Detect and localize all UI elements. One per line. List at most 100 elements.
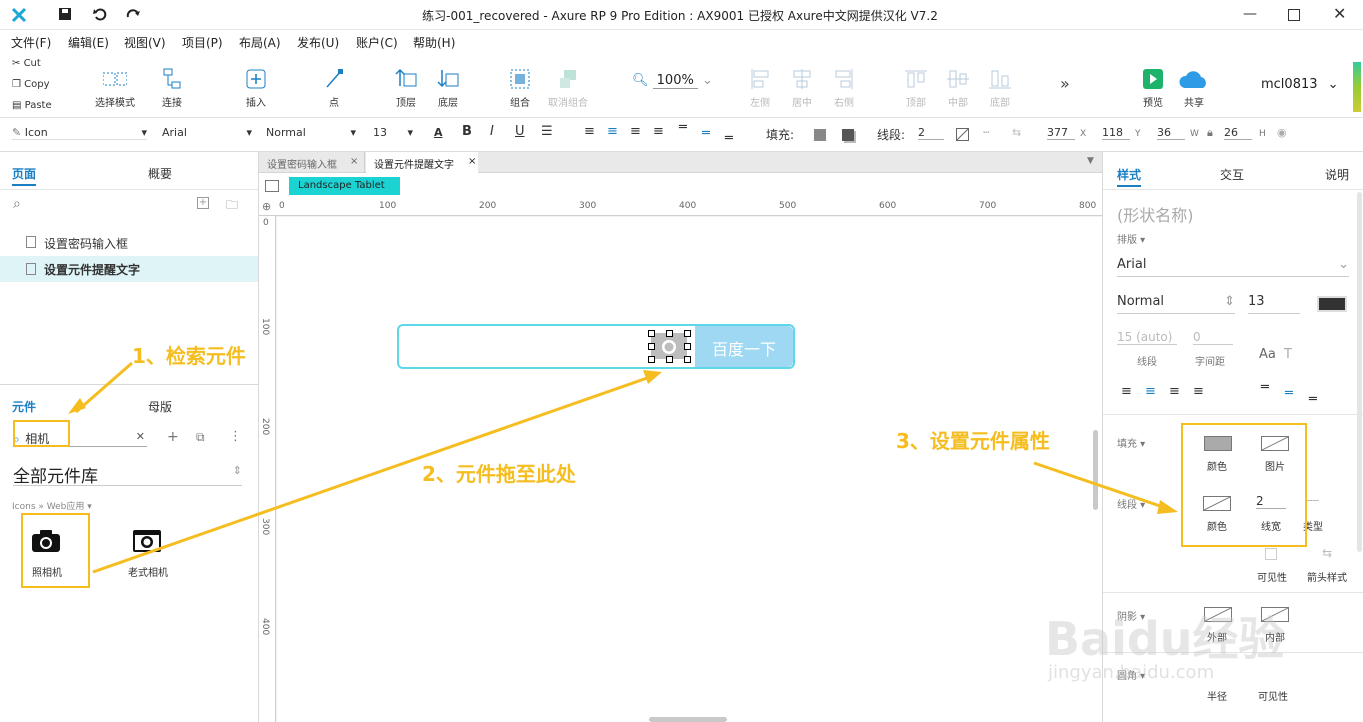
menu-publish[interactable]: 发布(U)	[297, 34, 339, 51]
valign-middle-icon[interactable]: ═	[1285, 386, 1293, 401]
align-right-button[interactable]: 右侧	[826, 68, 862, 109]
valign-top-icon[interactable]: ═	[1261, 380, 1269, 395]
font-weight-dropdown[interactable]: Normal ▾	[266, 126, 356, 139]
font-weight-dropdown[interactable]: Normal ⇕	[1117, 294, 1235, 314]
align-left-icon[interactable]: ≡	[1121, 384, 1132, 399]
copy-button[interactable]: ❐ Copy	[12, 79, 50, 90]
justify-icon[interactable]: ≡	[1193, 384, 1204, 399]
minimize-button[interactable]: —	[1243, 6, 1257, 22]
text-case-icon[interactable]: Aa	[1259, 347, 1276, 362]
visibility-icon[interactable]	[1265, 548, 1277, 560]
share-button[interactable]: 共享	[1176, 68, 1212, 109]
align-top-button[interactable]: 顶部	[898, 68, 934, 109]
text-shadow-icon[interactable]: T	[1284, 347, 1292, 362]
panel-scrollbar[interactable]	[1357, 192, 1362, 552]
menu-project[interactable]: 项目(P)	[182, 34, 223, 51]
design-surface[interactable]: 百度一下	[277, 217, 1102, 722]
shadow-swatch[interactable]	[842, 129, 854, 141]
user-menu[interactable]: mcl0813 ⌄	[1261, 77, 1339, 92]
fill-color-swatch[interactable]	[814, 129, 826, 141]
valign-bottom-icon[interactable]: ═	[1309, 392, 1317, 407]
underline-button[interactable]: U	[515, 124, 525, 139]
menu-file[interactable]: 文件(F)	[11, 34, 51, 51]
char-spacing-input[interactable]: 0	[1193, 330, 1233, 345]
stroke-pattern-icon[interactable]: ┄┄	[1307, 496, 1319, 507]
lock-icon[interactable]: 🔒︎	[1207, 126, 1213, 140]
close-button[interactable]: ✕	[1333, 4, 1346, 23]
connect-button[interactable]: 连接	[152, 68, 192, 109]
text-justify-button[interactable]: ≡	[653, 124, 664, 139]
eye-icon[interactable]: ◉	[1277, 126, 1287, 139]
shape-name-input[interactable]: (形状名称)	[1117, 202, 1194, 226]
zoom-dropdown[interactable]: 🔍︎ 100% ⌄	[632, 73, 713, 89]
align-right-icon[interactable]: ≡	[1169, 384, 1180, 399]
device-tag[interactable]: Landscape Tablet	[289, 177, 400, 195]
font-size-input[interactable]: 13	[1248, 294, 1300, 314]
doc-tab-active[interactable]: 设置元件提醒文字 ×	[366, 152, 478, 173]
cut-button[interactable]: ✂ Cut	[12, 58, 41, 69]
tab-list-icon[interactable]: ▼	[1087, 156, 1094, 166]
stroke-color-swatch[interactable]	[956, 128, 969, 141]
h-input[interactable]: 26	[1224, 126, 1252, 140]
tab-pages[interactable]: 页面	[12, 165, 36, 182]
valign-bottom-button[interactable]: ═	[725, 131, 733, 146]
resize-handle[interactable]	[666, 330, 673, 337]
align-middle-button[interactable]: 中部	[940, 68, 976, 109]
align-left-button[interactable]: 左侧	[742, 68, 778, 109]
add-library-icon[interactable]: +	[167, 429, 179, 445]
list-button[interactable]: ☰	[541, 124, 553, 139]
arrow-style-icon[interactable]: ⇆	[1012, 126, 1021, 139]
resize-handle[interactable]	[666, 356, 673, 363]
valign-top-button[interactable]: ═	[679, 120, 687, 135]
resize-handle[interactable]	[684, 343, 691, 350]
resize-handle[interactable]	[684, 330, 691, 337]
y-input[interactable]: 118	[1102, 126, 1130, 140]
align-center-icon[interactable]: ≡	[1145, 384, 1156, 399]
search-icon[interactable]: ⌕	[13, 196, 21, 212]
bottom-layer-button[interactable]: 底层	[428, 68, 468, 109]
adaptive-views-icon[interactable]	[265, 180, 279, 192]
menu-layout[interactable]: 布局(A)	[239, 34, 281, 51]
x-input[interactable]: 377	[1047, 126, 1075, 140]
stroke-width-input[interactable]: 2	[918, 126, 944, 140]
page-item[interactable]: 设置密码输入框	[0, 231, 258, 255]
menu-edit[interactable]: 编辑(E)	[68, 34, 109, 51]
maximize-button[interactable]	[1288, 9, 1300, 21]
tab-style[interactable]: 样式	[1117, 166, 1141, 183]
page-item-selected[interactable]: 设置元件提醒文字	[0, 256, 258, 282]
folder-icon[interactable]: 🗀	[226, 196, 238, 217]
arrow-style-icon[interactable]: ⇆	[1322, 546, 1332, 560]
redo-icon[interactable]	[126, 6, 142, 22]
font-family-dropdown[interactable]: Arial ⌄	[1117, 257, 1349, 277]
clear-icon[interactable]: ✕	[136, 430, 145, 443]
tab-notes[interactable]: 说明	[1325, 166, 1349, 183]
text-align-right-button[interactable]: ≡	[630, 124, 641, 139]
preview-button[interactable]: 预览	[1136, 68, 1170, 109]
old-camera-widget[interactable]	[132, 528, 162, 556]
paste-button[interactable]: ▤ Paste	[12, 100, 52, 111]
w-input[interactable]: 36	[1157, 126, 1185, 140]
point-button[interactable]: 点	[314, 68, 354, 109]
resize-handle[interactable]	[648, 356, 655, 363]
group-button[interactable]: 组合	[500, 68, 540, 109]
library-menu-icon[interactable]: ⧉	[196, 430, 205, 445]
close-tab-icon[interactable]: ×	[468, 156, 476, 167]
align-bottom-button[interactable]: 底部	[982, 68, 1018, 109]
menu-account[interactable]: 账户(C)	[356, 34, 398, 51]
text-align-center-button[interactable]: ≡	[607, 124, 618, 139]
vertical-scrollbar[interactable]	[1093, 430, 1098, 510]
more-icon[interactable]: ⋮	[229, 429, 242, 444]
font-dropdown[interactable]: Arial ▾	[162, 126, 252, 139]
valign-middle-button[interactable]: ═	[702, 126, 710, 141]
stroke-pattern-icon[interactable]: ┄	[983, 126, 990, 139]
resize-handle[interactable]	[684, 356, 691, 363]
top-layer-button[interactable]: 顶层	[386, 68, 426, 109]
doc-tab[interactable]: 设置密码输入框 ×	[259, 152, 365, 173]
resize-handle[interactable]	[648, 330, 655, 337]
tab-interactions[interactable]: 交互	[1220, 166, 1244, 183]
undo-icon[interactable]	[92, 6, 108, 22]
italic-button[interactable]: I	[490, 124, 494, 139]
tab-outline[interactable]: 概要	[148, 165, 172, 182]
text-align-left-button[interactable]: ≡	[584, 124, 595, 139]
bold-button[interactable]: B	[462, 124, 472, 139]
